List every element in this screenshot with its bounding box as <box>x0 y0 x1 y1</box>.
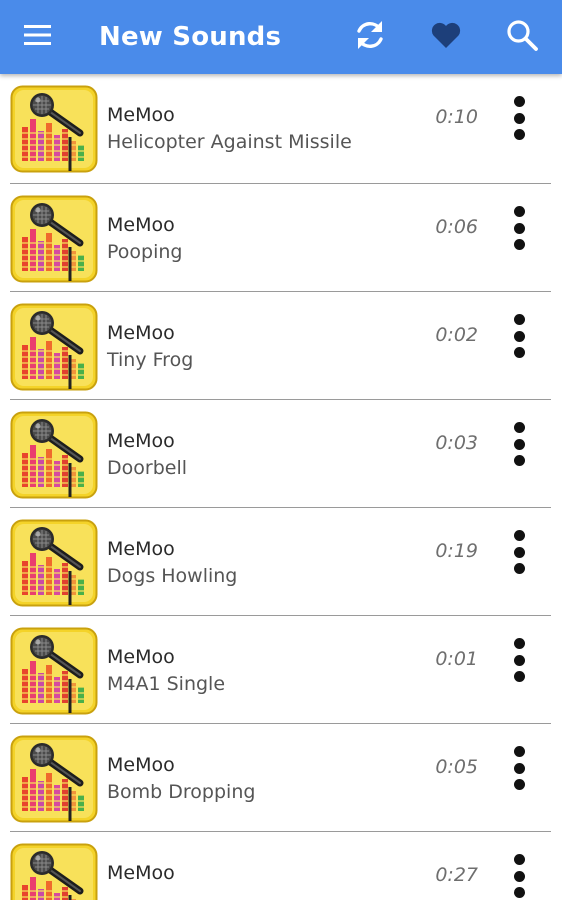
duration-label: 0:19 <box>435 540 478 562</box>
sound-title: Doorbell <box>107 457 187 479</box>
heart-icon <box>430 21 462 53</box>
sound-thumbnail <box>10 411 98 499</box>
favorites-button[interactable] <box>418 0 474 74</box>
more-options-button[interactable] <box>499 416 539 472</box>
duration-label: 0:27 <box>435 864 478 886</box>
sound-title: Pooping <box>107 241 183 263</box>
more-vertical-icon <box>513 870 525 882</box>
refresh-button[interactable] <box>342 0 398 74</box>
artist-label: MeMoo <box>107 862 175 884</box>
sound-title: Dogs Howling <box>107 565 238 587</box>
more-vertical-icon <box>513 347 525 358</box>
menu-button[interactable] <box>10 0 66 74</box>
sound-list-item[interactable]: MeMoo M4A1 Single 0:01 <box>10 616 551 724</box>
duration-label: 0:10 <box>435 106 478 128</box>
duration-label: 0:03 <box>435 432 478 454</box>
more-options-button[interactable] <box>499 848 539 900</box>
app-bar: New Sounds <box>0 0 562 74</box>
page-title: New Sounds <box>99 22 282 52</box>
app-screen: New Sounds MeMoo Helicopter Against Miss… <box>0 0 562 900</box>
artist-label: MeMoo <box>107 214 175 236</box>
duration-label: 0:02 <box>435 324 478 346</box>
more-vertical-icon <box>513 222 525 234</box>
search-button[interactable] <box>494 0 550 74</box>
duration-label: 0:05 <box>435 756 478 778</box>
sound-list-item[interactable]: MeMoo Tiny Frog 0:02 <box>10 292 551 400</box>
sound-list-item[interactable]: MeMoo Helicopter Against Missile 0:10 <box>10 74 551 184</box>
artist-label: MeMoo <box>107 322 175 344</box>
more-vertical-icon <box>513 422 525 433</box>
more-vertical-icon <box>513 638 525 649</box>
more-vertical-icon <box>513 887 525 898</box>
sound-thumbnail <box>10 85 98 173</box>
more-vertical-icon <box>513 530 525 541</box>
more-vertical-icon <box>513 239 525 250</box>
more-vertical-icon <box>513 129 525 140</box>
sound-thumbnail <box>10 843 98 900</box>
sound-list: MeMoo Helicopter Against Missile 0:10 Me… <box>0 74 562 900</box>
sound-thumbnail <box>10 519 98 607</box>
sound-list-item[interactable]: MeMoo Bomb Dropping 0:05 <box>10 724 551 832</box>
more-options-button[interactable] <box>499 524 539 580</box>
more-vertical-icon <box>513 330 525 342</box>
artist-label: MeMoo <box>107 646 175 668</box>
sound-list-item[interactable]: MeMoo 0:27 <box>10 832 551 900</box>
artist-label: MeMoo <box>107 430 175 452</box>
more-vertical-icon <box>513 779 525 790</box>
duration-label: 0:06 <box>435 216 478 238</box>
artist-label: MeMoo <box>107 104 175 126</box>
more-vertical-icon <box>513 854 525 865</box>
more-vertical-icon <box>513 746 525 757</box>
more-options-button[interactable] <box>499 740 539 796</box>
sound-thumbnail <box>10 735 98 823</box>
more-vertical-icon <box>513 455 525 466</box>
more-options-button[interactable] <box>499 200 539 256</box>
more-vertical-icon <box>513 112 525 124</box>
sound-list-item[interactable]: MeMoo Doorbell 0:03 <box>10 400 551 508</box>
more-options-button[interactable] <box>499 90 539 146</box>
sound-list-item[interactable]: MeMoo Dogs Howling 0:19 <box>10 508 551 616</box>
artist-label: MeMoo <box>107 538 175 560</box>
sound-title: M4A1 Single <box>107 673 226 695</box>
more-options-button[interactable] <box>499 632 539 688</box>
more-vertical-icon <box>513 563 525 574</box>
more-vertical-icon <box>513 546 525 558</box>
duration-label: 0:01 <box>435 648 478 670</box>
artist-label: MeMoo <box>107 754 175 776</box>
more-vertical-icon <box>513 762 525 774</box>
sound-title: Tiny Frog <box>107 349 194 371</box>
more-vertical-icon <box>513 438 525 450</box>
more-vertical-icon <box>513 206 525 217</box>
sound-thumbnail <box>10 627 98 715</box>
more-vertical-icon <box>513 96 525 107</box>
menu-icon <box>24 24 52 50</box>
refresh-icon <box>353 18 387 56</box>
sound-title: Bomb Dropping <box>107 781 256 803</box>
more-options-button[interactable] <box>499 308 539 364</box>
more-vertical-icon <box>513 314 525 325</box>
sound-title: Helicopter Against Missile <box>107 131 352 153</box>
sound-thumbnail <box>10 303 98 391</box>
search-icon <box>505 18 539 56</box>
sound-thumbnail <box>10 195 98 283</box>
more-vertical-icon <box>513 671 525 682</box>
more-vertical-icon <box>513 654 525 666</box>
sound-list-item[interactable]: MeMoo Pooping 0:06 <box>10 184 551 292</box>
